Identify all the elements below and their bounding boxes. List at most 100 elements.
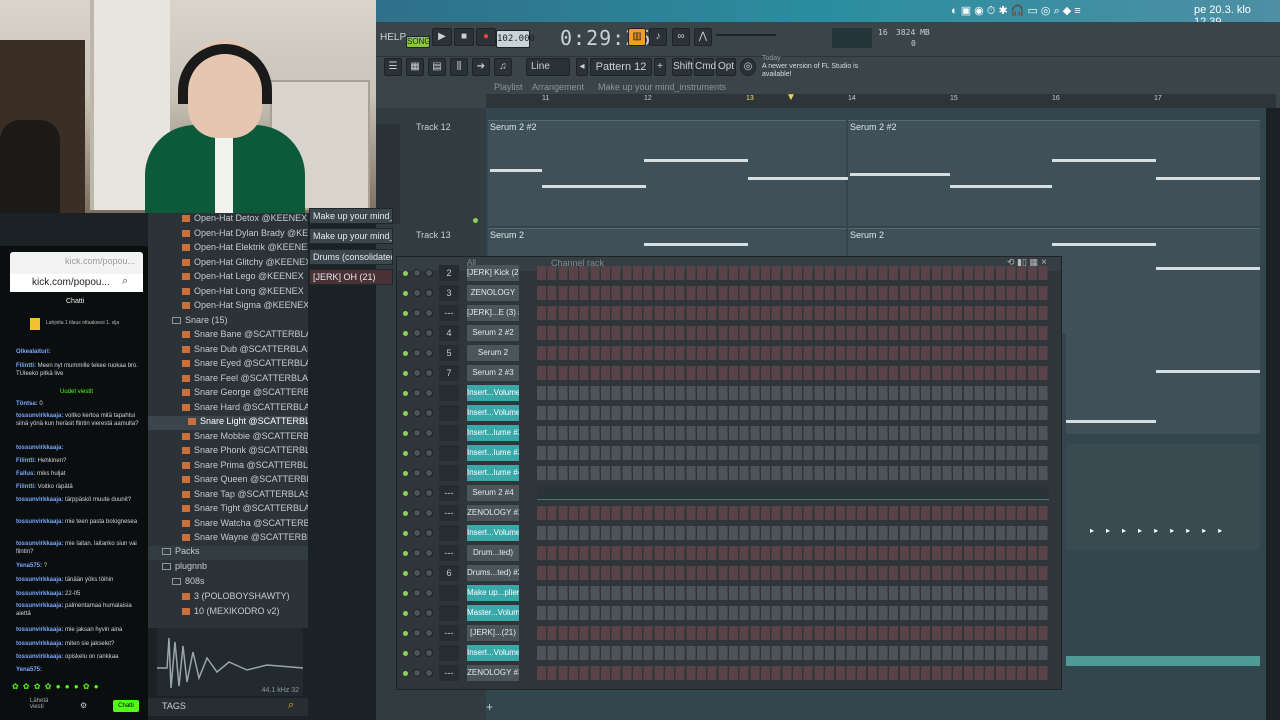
browser-item[interactable]: Snare Phonk @SCATTERBLAST (148, 445, 308, 459)
volume-knob[interactable] (425, 489, 433, 497)
search-icon[interactable]: ⌕ (122, 275, 128, 288)
step-sequencer[interactable] (537, 506, 1049, 520)
browser-item[interactable]: Open-Hat Elektrik @KEENEX (148, 242, 308, 256)
song-mode-button[interactable]: SONG (406, 36, 431, 48)
channel-name-button[interactable]: Serum 2 #4 (467, 485, 519, 501)
search-icon[interactable]: ⌕ (288, 699, 294, 712)
channel-name-button[interactable]: [JERK]...E (3) #2 (467, 305, 519, 321)
channel-mute-led[interactable] (403, 311, 408, 316)
browser-item[interactable]: Open-Hat Dylan Brady @KEENEX (148, 228, 308, 242)
browser-item[interactable]: Open-Hat Glitchy @KEENEX (148, 257, 308, 271)
track-13-label[interactable]: Track 13 (416, 230, 451, 240)
step-sequencer[interactable] (537, 466, 1049, 480)
volume-knob[interactable] (425, 469, 433, 477)
pan-knob[interactable] (413, 609, 421, 617)
clip[interactable]: Serum 2 #2 (848, 120, 1260, 226)
browser-item[interactable]: 3 (POLOBOYSHAWTY) (148, 591, 308, 605)
metronome-button[interactable]: ♪ (649, 28, 667, 46)
step-sequencer[interactable] (537, 446, 1049, 460)
channel-row[interactable]: Insert...lume #4 (397, 463, 1057, 483)
tags-label[interactable]: TAGS (162, 701, 186, 711)
mixer-track-number[interactable] (439, 465, 459, 481)
piano-roll-view-icon[interactable]: ▦ (406, 58, 424, 76)
pan-knob[interactable] (413, 669, 421, 677)
pan-knob[interactable] (413, 569, 421, 577)
channel-name-button[interactable]: [JERK]...(21) (467, 625, 519, 641)
pattern-button[interactable]: Make up your mind_... (309, 208, 393, 224)
channel-name-button[interactable]: ZENOLOGY #2 (467, 505, 519, 521)
browser-item[interactable]: Snare Bane @SCATTERBLAST (148, 329, 308, 343)
pan-knob[interactable] (413, 289, 421, 297)
mixer-track-number[interactable]: --- (439, 665, 459, 681)
volume-knob[interactable] (425, 289, 433, 297)
step-sequencer[interactable] (537, 586, 1049, 600)
channel-mute-led[interactable] (403, 511, 408, 516)
channel-name-button[interactable]: Serum 2 (467, 345, 519, 361)
channel-row[interactable]: 5 Serum 2 (397, 343, 1057, 363)
step-sequencer[interactable] (537, 666, 1049, 680)
browser-item[interactable]: Snare Hard @SCATTERBLAST (148, 402, 308, 416)
pattern-prev-icon[interactable]: ◂ (576, 58, 588, 76)
gear-icon[interactable]: ⚙ (80, 701, 87, 710)
channel-mute-led[interactable] (403, 431, 408, 436)
pan-knob[interactable] (413, 469, 421, 477)
browser-item[interactable]: Snare Queen @SCATTERBLAST (148, 474, 308, 488)
channel-name-button[interactable]: [JERK] Kick (21) (467, 265, 519, 281)
channel-row[interactable]: --- [JERK]...E (3) #2 (397, 303, 1057, 323)
help-menu[interactable]: HELP (380, 30, 406, 48)
mixer-track-number[interactable] (439, 445, 459, 461)
browser-item[interactable]: Snare George @SCATTERBLAST (148, 387, 308, 401)
channel-row[interactable]: Insert...Volume (397, 523, 1057, 543)
opt-button[interactable]: Opt (716, 58, 736, 76)
pan-knob[interactable] (413, 529, 421, 537)
step-sequencer[interactable] (537, 626, 1049, 640)
channel-row[interactable]: Insert...Volume (397, 403, 1057, 423)
volume-knob[interactable] (425, 329, 433, 337)
channel-name-button[interactable]: Insert...lume #3 (467, 445, 519, 461)
pan-knob[interactable] (413, 589, 421, 597)
emote-bar[interactable]: ✿ ✿ ✿ ✿ ● ● ● ✿ ● (12, 682, 140, 692)
channel-name-button[interactable]: Serum 2 #2 (467, 325, 519, 341)
clip[interactable] (1066, 656, 1260, 666)
browser-item[interactable]: Open-Hat Lego @KEENEX (148, 271, 308, 285)
step-sequencer[interactable] (537, 566, 1049, 580)
browser-item[interactable]: Snare Tight @SCATTERBLAST (148, 503, 308, 517)
pan-knob[interactable] (413, 549, 421, 557)
volume-knob[interactable] (425, 529, 433, 537)
mixer-track-number[interactable]: 7 (439, 365, 459, 381)
volume-knob[interactable] (425, 669, 433, 677)
pattern-add-icon[interactable]: + (654, 58, 666, 76)
countdown-button[interactable]: ⋀ (694, 28, 712, 46)
breadcrumb-arrangement[interactable]: Arrangement (532, 82, 584, 92)
channel-row[interactable]: --- Drum...ted) (397, 543, 1057, 563)
mixer-track-number[interactable]: 6 (439, 565, 459, 581)
channel-mute-led[interactable] (403, 411, 408, 416)
mixer-track-number[interactable]: 3 (439, 285, 459, 301)
channel-mute-led[interactable] (403, 611, 408, 616)
pan-knob[interactable] (413, 649, 421, 657)
volume-knob[interactable] (425, 509, 433, 517)
browser-item[interactable]: Snare Feel @SCATTERBLAST (148, 373, 308, 387)
pan-knob[interactable] (413, 369, 421, 377)
snap-select[interactable]: Line (526, 58, 570, 76)
step-sequencer[interactable] (537, 326, 1049, 340)
track-12-label[interactable]: Track 12 (416, 122, 451, 132)
channel-name-button[interactable]: Make up...plier (467, 585, 519, 601)
volume-knob[interactable] (425, 369, 433, 377)
pan-knob[interactable] (413, 489, 421, 497)
channel-mute-led[interactable] (403, 671, 408, 676)
mixer-track-number[interactable]: --- (439, 485, 459, 501)
shift-button[interactable]: Shift (672, 58, 693, 76)
mixer-track-number[interactable] (439, 525, 459, 541)
pan-knob[interactable] (413, 269, 421, 277)
channel-mute-led[interactable] (403, 651, 408, 656)
browser-item[interactable]: Snare Dub @SCATTERBLAST (148, 344, 308, 358)
channel-mute-led[interactable] (403, 291, 408, 296)
channel-name-button[interactable]: Master...Volume (467, 605, 519, 621)
browser-view-icon[interactable]: ♫ (494, 58, 512, 76)
plugnnb-folder[interactable]: plugnnb (148, 561, 308, 575)
tab-title[interactable]: kick.com/popou... (65, 256, 135, 266)
mixer-track-number[interactable]: --- (439, 545, 459, 561)
channel-row[interactable]: Insert...Volume (397, 643, 1057, 663)
browser-item[interactable]: 10 (MEXIKODRO v2) (148, 606, 308, 620)
